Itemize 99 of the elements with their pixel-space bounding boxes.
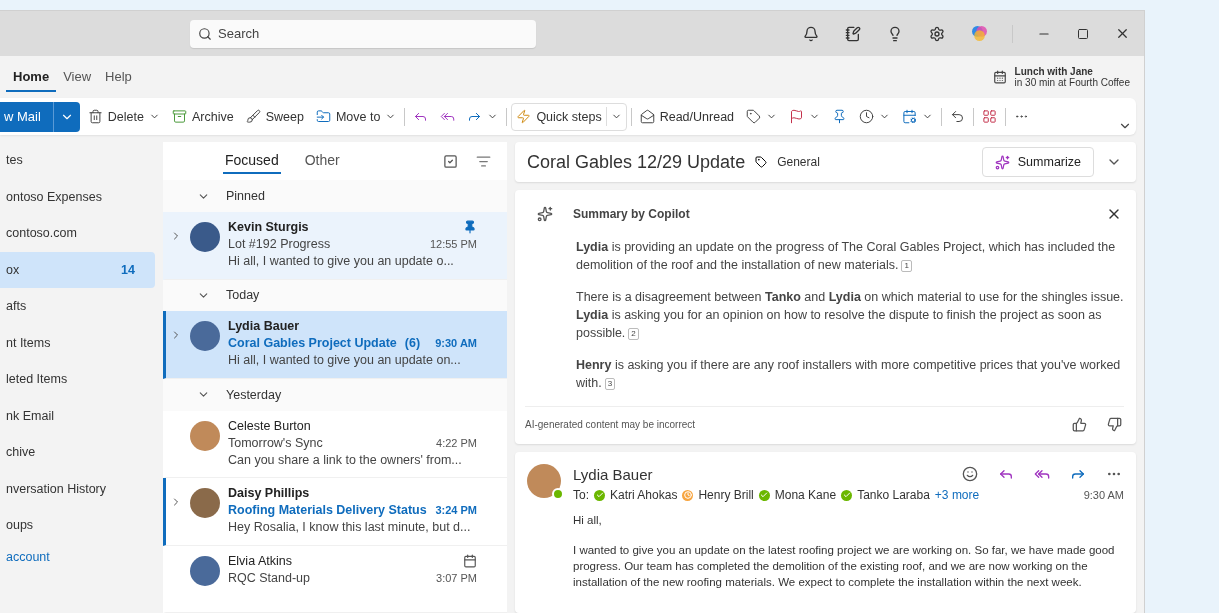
presence-icon bbox=[552, 488, 564, 500]
trash-icon bbox=[87, 109, 103, 124]
time-text: 12:55 PM bbox=[429, 238, 477, 251]
time-text: 9:30 AM bbox=[435, 337, 477, 350]
recipient-name[interactable]: Mona Kane bbox=[774, 488, 837, 502]
recipient-name[interactable]: Katri Ahokas bbox=[610, 488, 678, 502]
ribbon-tab[interactable]: View bbox=[56, 62, 99, 92]
toolbar-button[interactable]: Archive bbox=[168, 105, 238, 128]
preview-text: Hi all, I wanted to give you an update o... bbox=[228, 254, 455, 269]
toolbar-button[interactable]: Sweep bbox=[241, 105, 308, 128]
time-text: 3:07 PM bbox=[436, 571, 477, 584]
archive-icon bbox=[172, 109, 187, 124]
folder-item[interactable]: nk Email bbox=[0, 397, 155, 434]
sparkle-icon bbox=[994, 154, 1010, 170]
more-recipients-link[interactable]: +3 more bbox=[934, 488, 980, 502]
folder-item[interactable]: oups bbox=[0, 507, 155, 544]
avatar bbox=[190, 420, 220, 451]
unread-count: 14 bbox=[121, 262, 135, 277]
summary-title: Summary by Copilot bbox=[573, 207, 690, 221]
message-item[interactable]: Lydia Bauer Coral Gables Project Update (6) 9:30 AM Hi all, I wanted to give you an update on... bbox=[163, 311, 507, 379]
summary-icon bbox=[537, 206, 553, 222]
smiley-icon[interactable] bbox=[960, 464, 980, 484]
avatar bbox=[190, 555, 220, 586]
body-text: I wanted to give you an update on the latest roofing project we are working on. So far, we have made good progress. Our team has completed the demolition of the existing roof, and we are now working on the installation of the new roofing materials. We expect to complete the installation within the next week. bbox=[573, 543, 1116, 590]
reminder-title[interactable]: Lunch with Jane bbox=[1014, 66, 1130, 77]
time-text: 4:22 PM bbox=[436, 436, 477, 449]
sender-name: Kevin Sturgis bbox=[228, 220, 309, 235]
folder-item[interactable]: afts bbox=[0, 288, 155, 325]
folder-item[interactable]: nt Items bbox=[0, 324, 155, 361]
group-header[interactable]: Today bbox=[163, 279, 507, 312]
grid-icon bbox=[982, 109, 998, 124]
sender-name: Lydia Bauer bbox=[573, 465, 653, 483]
summary-text: There is a disagreement between Tanko and Lydia on which material to use for the shingles issue. Lydia is asking you for an opinion on how to resolve the dispute to finish the project as soon as possible. 2 bbox=[576, 289, 1124, 342]
thread-count: (6) bbox=[404, 336, 421, 351]
sender-name: Daisy Phillips bbox=[228, 486, 310, 500]
group-header[interactable]: Yesterday bbox=[163, 378, 507, 411]
folder-item[interactable]: ontoso Expenses bbox=[0, 178, 155, 215]
thumbs-down-icon[interactable] bbox=[1105, 415, 1124, 434]
avatar bbox=[190, 222, 220, 253]
time-text: 3:24 PM bbox=[435, 504, 477, 516]
preview-text: Can you share a link to the owners' from... bbox=[228, 452, 463, 467]
recipient-name[interactable]: Tanko Laraba bbox=[857, 488, 930, 502]
message-item[interactable]: Kevin Sturgis Lot #192 Progress 12:55 PM Hi all, I wanted to give you an update o... bbox=[163, 212, 507, 280]
lightning-icon bbox=[516, 109, 532, 124]
calendar-gear-icon bbox=[902, 109, 918, 124]
sender-name: Celeste Burton bbox=[228, 418, 311, 433]
inbox-tab[interactable]: Other bbox=[302, 148, 342, 175]
sender-name: Elvia Atkins bbox=[228, 553, 292, 568]
time-text: 9:30 AM bbox=[1083, 489, 1124, 501]
toolbar-button[interactable]: Move to bbox=[311, 105, 401, 128]
pin-icon bbox=[832, 109, 848, 124]
broom-icon bbox=[245, 109, 261, 124]
toolbar-button[interactable]: Delete bbox=[83, 105, 164, 128]
folder-item[interactable]: chive bbox=[0, 434, 155, 471]
preview-text: Hi all, I wanted to give you an update on... bbox=[228, 353, 462, 368]
thumbs-up-icon[interactable] bbox=[1070, 415, 1089, 434]
tag-icon bbox=[755, 156, 768, 168]
tag-icon bbox=[746, 109, 762, 124]
flag-icon bbox=[789, 109, 805, 124]
reminder-detail: in 30 min at Fourth Coffee bbox=[1014, 77, 1130, 88]
subject-text: Roofing Materials Delivery Status bbox=[228, 503, 427, 517]
pin-icon bbox=[463, 220, 477, 235]
subject-text: RQC Stand-up bbox=[228, 570, 310, 585]
disclaimer-text: AI-generated content may be incorrect bbox=[525, 419, 696, 430]
summary-text: Henry is asking you if there are any roof installers with more competitive prices that you've worked with. 3 bbox=[576, 357, 1122, 392]
sender-name: Lydia Bauer bbox=[228, 319, 300, 334]
avatar bbox=[190, 321, 220, 352]
ribbon-tab[interactable]: Home bbox=[6, 62, 57, 92]
category-tag[interactable]: General bbox=[777, 155, 820, 169]
folder-icon bbox=[315, 109, 331, 124]
avatar bbox=[190, 488, 220, 518]
subject-text: Coral Gables Project Update bbox=[228, 336, 397, 351]
toolbar-button[interactable]: Read/Unread bbox=[635, 105, 739, 128]
folder-item[interactable]: ox 14 bbox=[0, 251, 155, 288]
envelope-icon bbox=[639, 109, 655, 124]
copilot-icon[interactable] bbox=[969, 23, 990, 44]
folder-item[interactable]: tes bbox=[0, 142, 155, 179]
subject-text: Lot #192 Progress bbox=[228, 237, 331, 252]
search-field[interactable]: Search bbox=[190, 19, 536, 48]
ribbon-tab[interactable]: Help bbox=[98, 62, 139, 92]
subject-title: Coral Gables 12/29 Update bbox=[527, 151, 746, 173]
inbox-tab[interactable]: Focused bbox=[223, 148, 281, 175]
calendar-icon bbox=[992, 70, 1007, 84]
preview-text: Hey Rosalia, I know this last minute, but d... bbox=[228, 520, 472, 534]
account-link[interactable]: account bbox=[0, 543, 155, 570]
undo-icon bbox=[950, 109, 966, 124]
clock-icon bbox=[859, 109, 875, 124]
folder-item[interactable]: nversation History bbox=[0, 470, 155, 507]
folder-item[interactable]: contoso.com bbox=[0, 215, 155, 252]
summarize-button[interactable]: Summarize bbox=[981, 147, 1094, 177]
search-icon bbox=[198, 26, 212, 41]
summary-text: Lydia is providing an update on the progress of The Coral Gables Project, which has included the demolition of the roof and the installation of new materials. 1 bbox=[576, 239, 1117, 274]
folder-item[interactable]: leted Items bbox=[0, 361, 155, 398]
to-label: To: bbox=[573, 488, 589, 502]
body-text: Hi all, bbox=[573, 513, 603, 528]
group-header[interactable]: Pinned bbox=[163, 180, 507, 213]
recipient-name[interactable]: Henry Brill bbox=[698, 488, 754, 502]
message-item[interactable]: Daisy Phillips Roofing Materials Delivery Status 3:24 PM Hey Rosalia, I know this last minute, but d... bbox=[163, 478, 507, 546]
subject-text: Tomorrow's Sync bbox=[228, 435, 323, 450]
